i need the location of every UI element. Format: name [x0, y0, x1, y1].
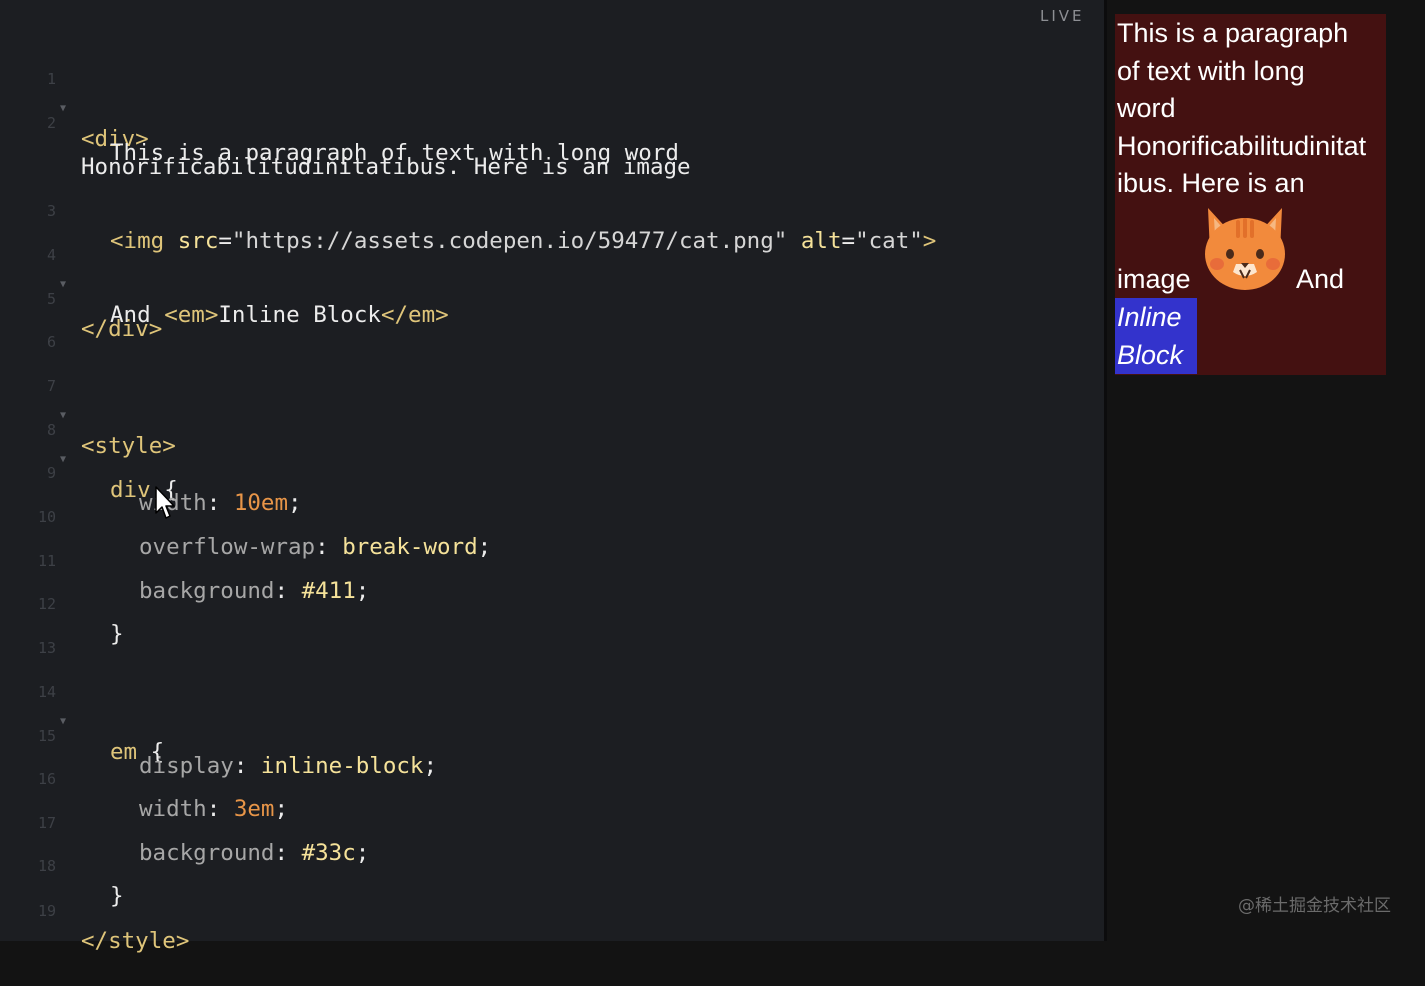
colon: :: [233, 753, 248, 779]
preview-text-line: This is a paragraph: [1117, 18, 1349, 48]
mouse-pointer-icon: [155, 486, 175, 519]
div-close-tag: </div>: [81, 316, 163, 342]
code-line-19[interactable]: 19 </style>: [0, 866, 189, 954]
code-line-17[interactable]: 17 background: #33c;: [0, 778, 369, 866]
code-line-11[interactable]: 11 background: #411;: [0, 516, 369, 604]
preview-em-text: Inline: [1117, 302, 1182, 332]
equals-sign: =: [218, 228, 232, 254]
alt-attribute: alt: [800, 228, 842, 254]
semicolon: ;: [423, 753, 438, 779]
semicolon: ;: [288, 490, 302, 516]
pane-divider[interactable]: [1104, 0, 1107, 941]
code-line-4[interactable]: 4 ▼ And <em>Inline Block</em>: [0, 210, 449, 328]
fold-arrow-icon[interactable]: ▼: [60, 94, 66, 124]
src-value: "https://assets.codepen.io/59477/cat.png…: [231, 228, 788, 254]
code-line-7[interactable]: 7 ▼ <style>: [0, 341, 176, 459]
semicolon: ;: [477, 534, 492, 560]
fold-arrow-icon[interactable]: ▼: [60, 401, 66, 431]
code-line-1[interactable]: 1 ▼ <div>: [0, 34, 149, 152]
colon: :: [315, 534, 329, 560]
code-line-16[interactable]: 16 width: 3em;: [0, 734, 288, 822]
cat-image: [1205, 208, 1285, 290]
css-value: #33c: [301, 840, 356, 866]
equals-sign: =: [841, 228, 856, 254]
preview-text-line: word: [1117, 93, 1176, 123]
css-value: 3em: [233, 796, 275, 822]
colon: :: [206, 796, 221, 822]
paragraph-text-wrapped: Honorificabilitudinitatibus. Here is an …: [81, 154, 691, 180]
preview-text-line: image: [1117, 264, 1191, 294]
code-line-12[interactable]: 12 }: [0, 559, 124, 647]
colon: :: [206, 490, 221, 516]
code-line-10[interactable]: 10 overflow-wrap: break-word;: [0, 472, 491, 560]
css-property: background: [139, 578, 275, 604]
semicolon: ;: [355, 578, 370, 604]
preview-em-text: Block: [1117, 340, 1184, 370]
code-line-18[interactable]: 18 }: [0, 821, 124, 909]
em-open-tag: <em>: [164, 302, 219, 328]
style-open-tag: <style>: [81, 433, 176, 459]
css-value: 10em: [233, 490, 289, 516]
code-line-13[interactable]: 13: [0, 603, 56, 657]
fold-arrow-icon[interactable]: ▼: [60, 707, 66, 737]
close-brace: }: [110, 621, 124, 647]
preview-text-line: ibus. Here is an: [1117, 168, 1305, 198]
semicolon: ;: [274, 796, 289, 822]
code-line-8[interactable]: 8 ▼ div {: [0, 385, 178, 503]
code-line-5[interactable]: 5 </div>: [0, 254, 162, 342]
close-brace: }: [110, 883, 124, 909]
code-line-6[interactable]: 6: [0, 297, 56, 351]
fold-arrow-icon[interactable]: ▼: [60, 445, 66, 475]
css-value: #411: [301, 578, 356, 604]
css-value: inline-block: [260, 753, 424, 779]
line-number: 19: [37, 902, 56, 920]
preview-text-line: And: [1296, 264, 1345, 294]
semicolon: ;: [355, 840, 370, 866]
code-line-9[interactable]: 9 width: 10em;: [0, 428, 302, 516]
colon: :: [274, 578, 289, 604]
colon: :: [274, 840, 289, 866]
css-property: display: [139, 753, 234, 779]
css-property: overflow-wrap: [139, 534, 316, 560]
css-property: background: [139, 840, 275, 866]
style-close-tag: </style>: [81, 928, 190, 954]
code-line-2-wrap[interactable]: Honorificabilitudinitatibus. Here is an …: [0, 122, 691, 180]
img-tag-open: <img: [110, 228, 165, 254]
src-attribute: src: [177, 228, 219, 254]
html-css-editor[interactable]: 1 ▼ <div> 2 This is a paragraph of text …: [0, 0, 1104, 954]
watermark: @稀土掘金技术社区: [1238, 896, 1391, 916]
alt-value: "cat": [855, 228, 923, 254]
preview-text-line: of text with long: [1117, 56, 1305, 86]
css-value: break-word: [342, 534, 478, 560]
css-property: width: [139, 796, 207, 822]
code-line-3[interactable]: 3 <img src="https://assets.codepen.io/59…: [0, 166, 936, 254]
em-selector: em: [110, 739, 138, 765]
em-close-tag: </em>: [380, 302, 449, 328]
live-badge: LIVE: [1040, 7, 1085, 25]
code-line-2[interactable]: 2 This is a paragraph of text with long …: [0, 78, 679, 166]
code-line-15[interactable]: 15 display: inline-block;: [0, 691, 437, 779]
em-text: Inline Block: [218, 302, 381, 328]
code-line-14[interactable]: 14 ▼ em {: [0, 647, 164, 765]
img-tag-close: >: [922, 228, 937, 254]
preview-text-line: Honorificabilitudinitat: [1117, 131, 1367, 161]
fold-arrow-icon[interactable]: ▼: [60, 270, 66, 300]
